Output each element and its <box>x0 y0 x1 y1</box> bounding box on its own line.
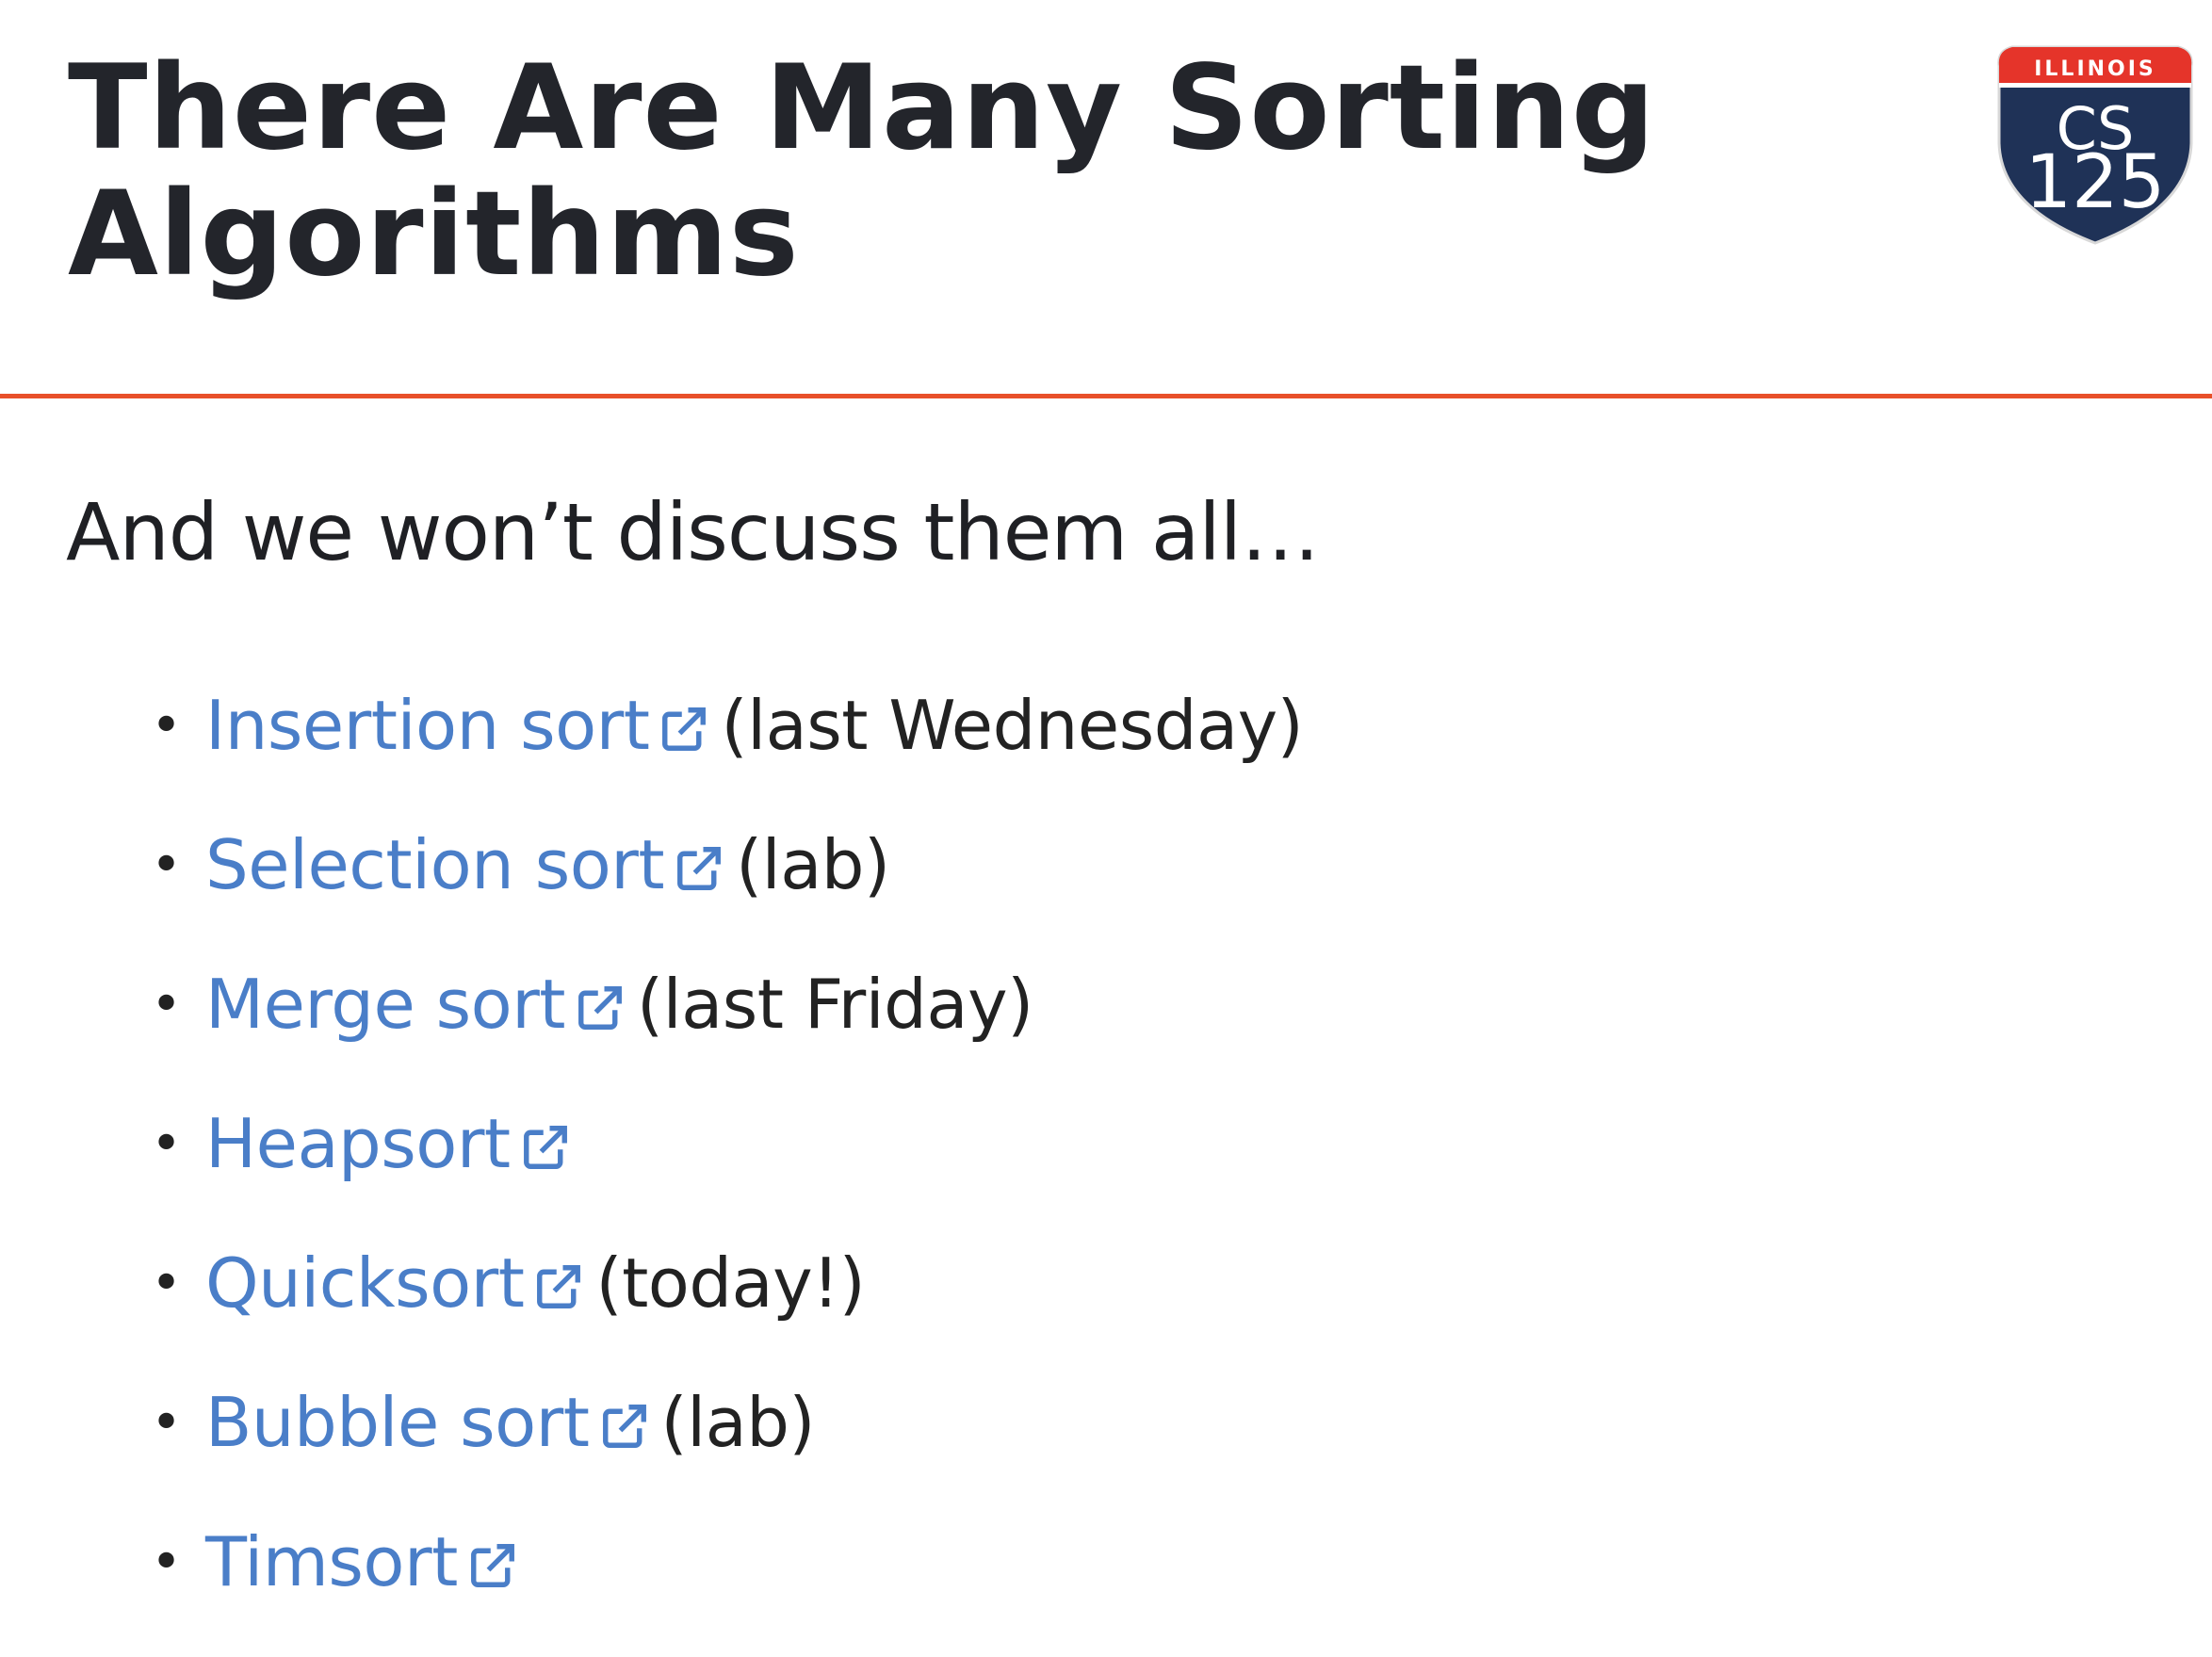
bullet-icon: • <box>151 694 183 756</box>
external-link-icon[interactable] <box>599 1401 650 1452</box>
heapsort-link[interactable]: Heapsort <box>205 1104 511 1183</box>
list-item: • Insertion sort (last Wednesday) <box>151 656 1304 795</box>
item-note: (lab) <box>736 825 890 904</box>
bubble-sort-link[interactable]: Bubble sort <box>205 1383 590 1462</box>
slide-title: There Are Many Sorting Algorithms <box>68 41 1656 302</box>
insertion-sort-link[interactable]: Insertion sort <box>205 686 650 765</box>
item-note: (today!) <box>595 1243 866 1323</box>
header-divider <box>0 394 2212 398</box>
list-item: • Merge sort (last Friday) <box>151 934 1303 1074</box>
list-item: • Timsort <box>151 1492 1303 1632</box>
external-link-icon[interactable] <box>467 1540 518 1591</box>
merge-sort-link[interactable]: Merge sort <box>205 965 566 1044</box>
sorting-algorithm-list: • Insertion sort (last Wednesday) • Sele… <box>151 656 1304 1632</box>
bullet-icon: • <box>151 1531 183 1593</box>
slide-subtitle: And we won’t discuss them all… <box>66 486 1320 578</box>
external-link-icon[interactable] <box>674 843 724 894</box>
list-item: • Quicksort (today!) <box>151 1213 1303 1353</box>
bullet-icon: • <box>151 1391 183 1454</box>
item-note: (last Wednesday) <box>721 686 1304 765</box>
external-link-icon[interactable] <box>533 1261 584 1312</box>
logo-line2: 125 <box>2025 140 2166 225</box>
item-note: (last Friday) <box>637 965 1033 1044</box>
cs125-logo: ILLINOIS CS 125 <box>1997 45 2193 245</box>
bullet-icon: • <box>151 973 183 1035</box>
external-link-icon[interactable] <box>659 704 709 755</box>
item-note: (lab) <box>660 1383 816 1462</box>
bullet-icon: • <box>151 834 183 896</box>
selection-sort-link[interactable]: Selection sort <box>205 825 665 904</box>
bullet-icon: • <box>151 1113 183 1175</box>
logo-banner-text: ILLINOIS <box>2034 57 2156 81</box>
list-item: • Selection sort (lab) <box>151 795 1303 934</box>
external-link-icon[interactable] <box>575 983 626 1033</box>
list-item: • Heapsort <box>151 1074 1303 1213</box>
external-link-icon[interactable] <box>520 1122 571 1173</box>
slide-header: There Are Many Sorting Algorithms ILLINO… <box>0 0 2212 396</box>
timsort-link[interactable]: Timsort <box>205 1522 458 1601</box>
quicksort-link[interactable]: Quicksort <box>205 1243 525 1323</box>
bullet-icon: • <box>151 1252 183 1314</box>
list-item: • Bubble sort (lab) <box>151 1353 1303 1492</box>
